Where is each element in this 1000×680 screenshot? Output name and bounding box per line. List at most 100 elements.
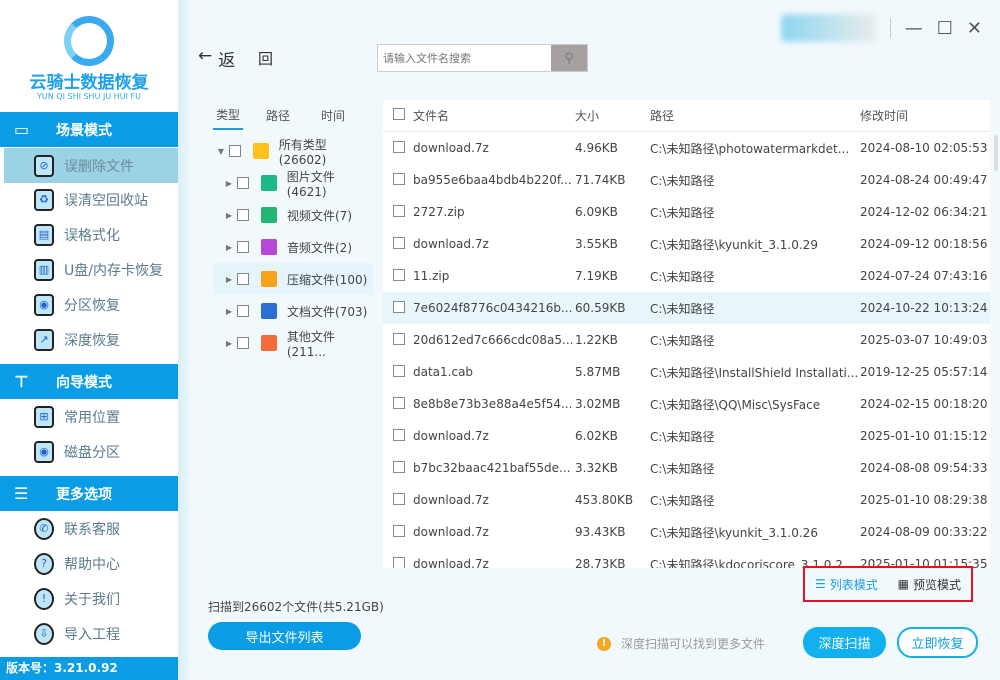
row-checkbox[interactable] — [393, 204, 405, 217]
table-row[interactable]: 2727.zip 6.09KB C:\未知路径 2024-12-02 06:34:21 — [383, 196, 990, 228]
table-row[interactable]: b7bc32baac421baf55de... 3.32KB C:\未知路径 2024… — [383, 452, 990, 484]
row-checkbox[interactable] — [393, 236, 405, 249]
caret-right-icon[interactable]: ▶ — [221, 179, 237, 188]
caret-right-icon[interactable]: ▶ — [221, 243, 237, 252]
row-checkbox[interactable] — [393, 332, 405, 345]
table-row[interactable]: download.7z 28.73KB C:\未知路径\kdocoriscore_3… — [383, 548, 990, 568]
back-button[interactable]: ← 返 — [198, 46, 235, 71]
row-checkbox[interactable] — [393, 268, 405, 281]
caret-right-icon[interactable]: ▶ — [221, 307, 237, 316]
row-checkbox[interactable] — [393, 300, 405, 313]
table-row[interactable]: 7e6024f8776c0434216b... 60.59KB C:\未知路径 202… — [383, 292, 990, 324]
sidebar-item-help-center[interactable]: ? 帮助中心 — [4, 546, 178, 581]
sidebar-item-about[interactable]: ! 关于我们 — [4, 581, 178, 616]
sidebar-item-recycle-bin[interactable]: ♻ 误清空回收站 — [4, 182, 178, 217]
caret-right-icon[interactable]: ▶ — [221, 275, 237, 284]
list-mode-button[interactable]: ☰ 列表模式 — [815, 576, 878, 593]
cell-modified: 2025-01-10 08:29:38 — [860, 493, 988, 507]
sidebar-item-label: 帮助中心 — [64, 556, 120, 573]
table-row[interactable]: download.7z 453.80KB C:\未知路径 2025-01-10 08:… — [383, 484, 990, 516]
category-label: 其他文件(211... — [286, 329, 335, 359]
sidebar-item-deep-recovery[interactable]: ↗ 深度恢复 — [4, 322, 178, 357]
sidebar: 云骑士数据恢复 YUN QI SHI SHU JU HUI FU ▭ 场景模式 ⊘… — [0, 0, 178, 680]
sidebar-item-disk-partition[interactable]: ◉ 磁盘分区 — [4, 434, 178, 469]
search-button[interactable]: ⚲ — [551, 45, 587, 71]
back-label-2[interactable]: 回 — [258, 48, 273, 69]
row-checkbox[interactable] — [393, 396, 405, 409]
tab-time[interactable]: 时间 — [318, 107, 348, 124]
caret-down-icon[interactable]: ▼ — [213, 147, 229, 156]
category-checkbox[interactable] — [237, 305, 249, 317]
user-avatar[interactable] — [780, 14, 876, 42]
table-row[interactable]: 8e8b8e73b3e88a4e5f54... 3.02MB C:\未知路径\QQ\… — [383, 388, 990, 420]
menu-icon: ☰ — [14, 484, 29, 503]
category-checkbox[interactable] — [237, 273, 249, 285]
tab-type[interactable]: 类型 — [213, 100, 243, 130]
sidebar-item-format[interactable]: ▤ 误格式化 — [4, 217, 178, 252]
row-checkbox[interactable] — [393, 364, 405, 377]
cell-modified: 2024-08-08 09:54:33 — [860, 461, 988, 475]
minimize-icon[interactable]: — — [905, 18, 923, 39]
category-checkbox[interactable] — [237, 241, 249, 253]
category-checkbox[interactable] — [237, 209, 249, 221]
scrollbar[interactable] — [994, 135, 998, 171]
header-name[interactable]: 文件名 — [413, 107, 575, 124]
cell-size: 4.96KB — [575, 141, 618, 155]
sidebar-item-partition[interactable]: ◉ 分区恢复 — [4, 287, 178, 322]
category-checkbox[interactable] — [228, 145, 241, 157]
monitor-icon: ▭ — [14, 120, 30, 139]
category-item[interactable]: ▶ 文档文件(703) — [213, 295, 373, 327]
caret-right-icon[interactable]: ▶ — [221, 339, 237, 348]
header-modified[interactable]: 修改时间 — [860, 107, 990, 124]
table-row[interactable]: download.7z 4.96KB C:\未知路径\photowatermarkd… — [383, 132, 990, 164]
cell-name: download.7z — [413, 237, 489, 251]
search-box: ⚲ — [377, 44, 588, 72]
category-tabs: 类型 路径 时间 — [205, 100, 375, 130]
table-row[interactable]: download.7z 93.43KB C:\未知路径\kyunkit_3.1.0.… — [383, 516, 990, 548]
cell-modified: 2024-09-12 00:18:56 — [860, 237, 988, 251]
export-file-list-button[interactable]: 导出文件列表 — [208, 622, 361, 650]
row-checkbox[interactable] — [393, 492, 405, 505]
sidebar-item-deleted-files[interactable]: ⊘ 误删除文件 — [4, 148, 178, 183]
sidebar-item-import-project[interactable]: ⇩ 导入工程 — [4, 616, 178, 651]
category-item[interactable]: ▶ 音频文件(2) — [213, 231, 373, 263]
table-row[interactable]: 20d612ed7c666cdc08a5... 1.22KB C:\未知路径 2025… — [383, 324, 990, 356]
section-label: 场景模式 — [56, 122, 112, 139]
table-row[interactable]: 11.zip 7.19KB C:\未知路径 2024-07-24 07:43:16 — [383, 260, 990, 292]
tab-path[interactable]: 路径 — [258, 107, 298, 124]
caret-right-icon[interactable]: ▶ — [221, 211, 237, 220]
category-item[interactable]: ▶ 视频文件(7) — [213, 199, 373, 231]
row-checkbox[interactable] — [393, 556, 405, 568]
sidebar-item-common-locations[interactable]: ⊞ 常用位置 — [4, 399, 178, 434]
maximize-icon[interactable]: ☐ — [937, 18, 953, 39]
category-checkbox[interactable] — [236, 337, 249, 349]
table-row[interactable]: download.7z 3.55KB C:\未知路径\kyunkit_3.1.0.2… — [383, 228, 990, 260]
row-checkbox[interactable] — [393, 460, 405, 473]
preview-mode-button[interactable]: ▦ 预览模式 — [898, 576, 961, 593]
category-item[interactable]: ▼ 所有类型(26602) — [213, 135, 373, 167]
row-checkbox[interactable] — [393, 428, 405, 441]
row-checkbox[interactable] — [393, 140, 405, 153]
header-path[interactable]: 路径 — [650, 107, 860, 124]
header-size[interactable]: 大小 — [575, 107, 650, 124]
table-row[interactable]: ba955e6baa4bdb4b220f... 71.74KB C:\未知路径 202… — [383, 164, 990, 196]
sidebar-item-contact-support[interactable]: ✆ 联系客服 — [4, 511, 178, 546]
select-all-checkbox[interactable] — [393, 108, 405, 120]
category-item[interactable]: ▶ 压缩文件(100) — [213, 263, 373, 295]
table-row[interactable]: data1.cab 5.87MB C:\未知路径\InstallShield Ins… — [383, 356, 990, 388]
recover-now-button[interactable]: 立即恢复 — [897, 627, 978, 658]
row-checkbox[interactable] — [393, 172, 405, 185]
table-row[interactable]: download.7z 6.02KB C:\未知路径 2025-01-10 01:15… — [383, 420, 990, 452]
cell-name: download.7z — [413, 557, 489, 568]
search-input[interactable] — [378, 45, 551, 71]
row-checkbox[interactable] — [393, 524, 405, 537]
hard-disk-icon: ◉ — [34, 440, 54, 463]
category-item[interactable]: ▶ 图片文件(4621) — [213, 167, 373, 199]
file-type-icon — [261, 239, 277, 255]
close-icon[interactable]: ✕ — [967, 18, 982, 39]
category-checkbox[interactable] — [236, 177, 249, 189]
deep-scan-button[interactable]: 深度扫描 — [803, 627, 886, 658]
sidebar-item-usb-card[interactable]: ▥ U盘/内存卡恢复 — [4, 252, 178, 287]
cell-size: 5.87MB — [575, 365, 621, 379]
category-item[interactable]: ▶ 其他文件(211... — [213, 327, 373, 359]
